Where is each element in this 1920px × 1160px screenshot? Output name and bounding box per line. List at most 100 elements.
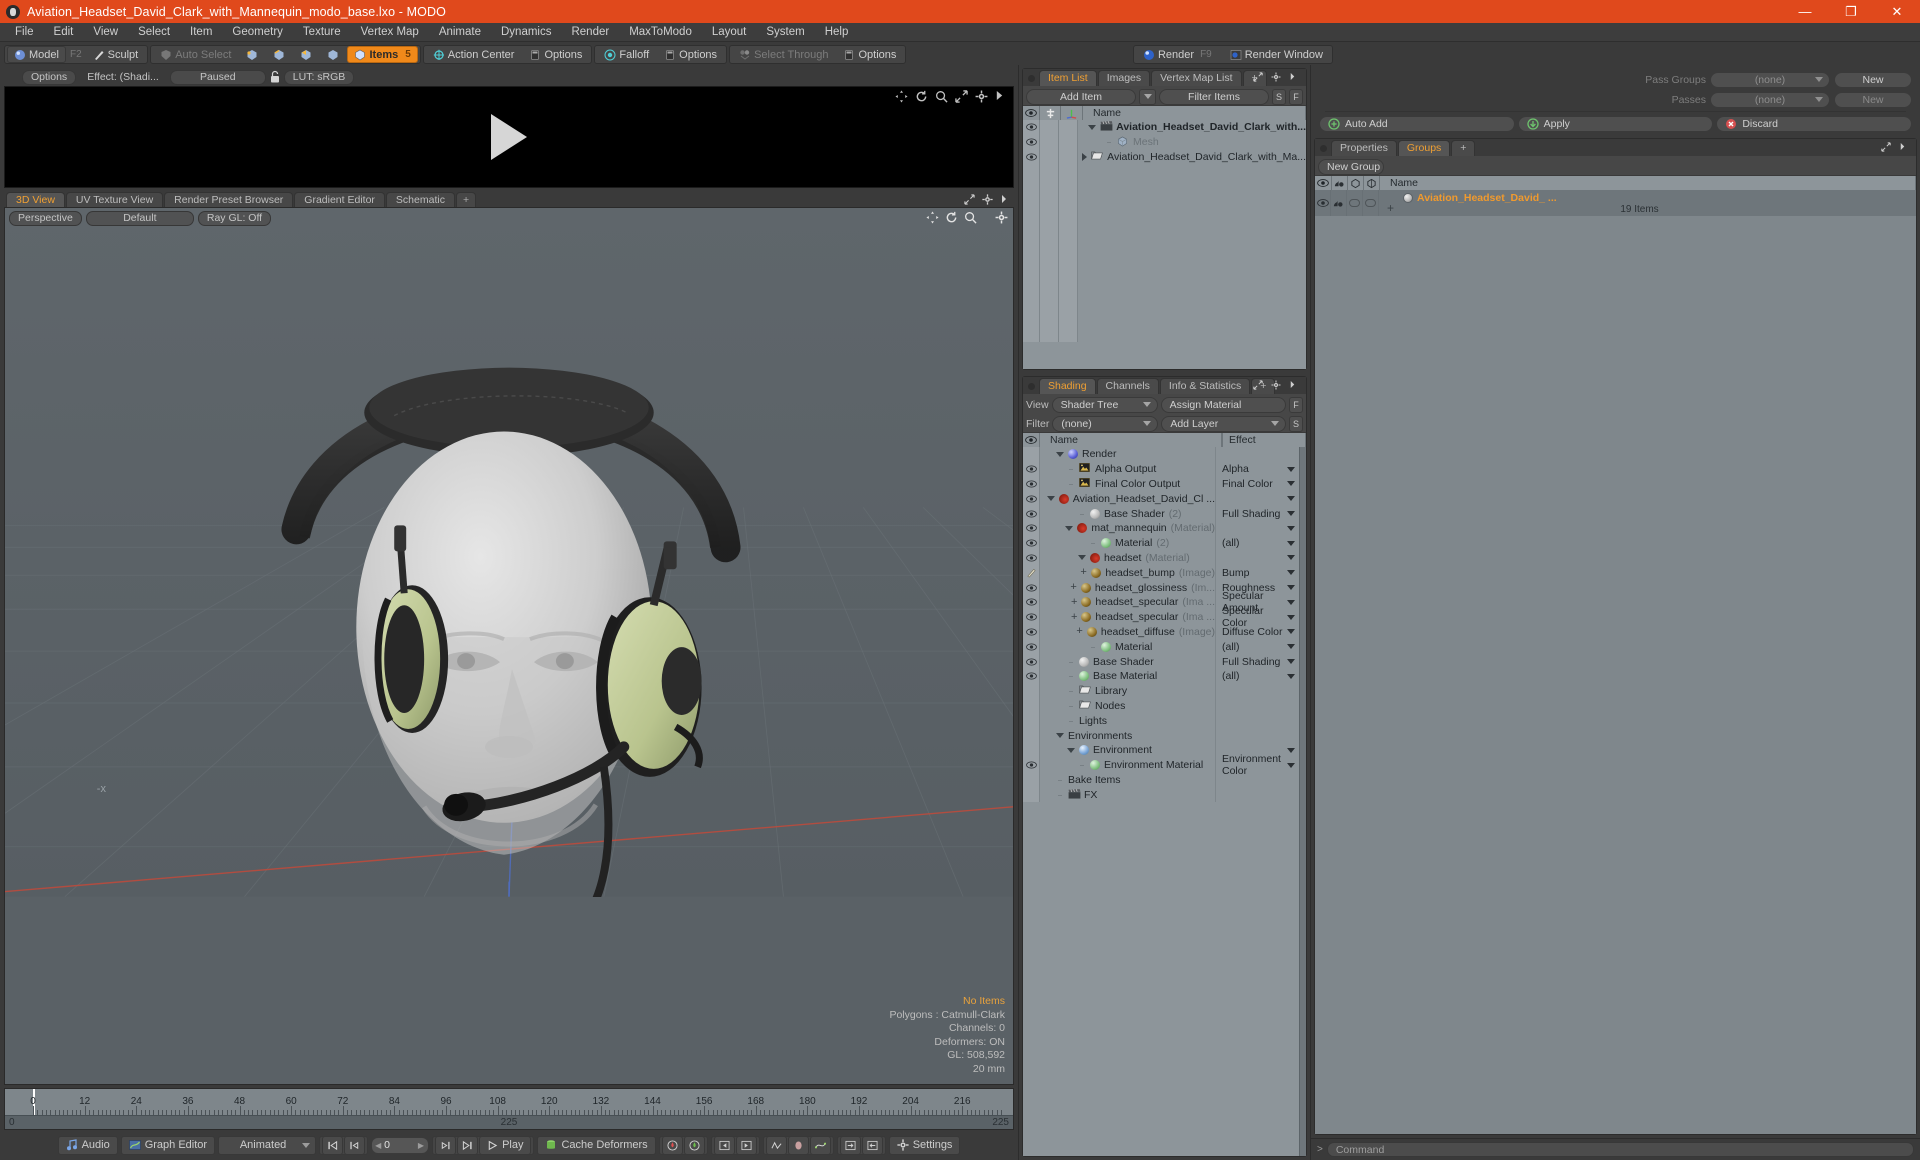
maximize-button[interactable]: ❐ [1828,0,1874,23]
add-item-button[interactable]: Add Item [1026,88,1136,105]
previous-frame-button[interactable] [344,1135,366,1155]
curve-bezier-button[interactable] [809,1135,831,1155]
command-input[interactable]: Command [1326,1142,1914,1157]
group-expand-plus-icon[interactable]: + [1387,201,1394,215]
shader-tree-dropdown[interactable]: Shader Tree [1051,396,1158,413]
polygon-select-button[interactable] [293,46,319,63]
material-select-button[interactable] [320,46,346,63]
menu-item[interactable]: Item [180,23,222,42]
shader-tree-row[interactable]: ·· Base Shader (2) Full Shading [1023,506,1299,521]
shader-effect-dropdown[interactable] [1215,698,1299,714]
row-visibility-toggle[interactable] [1023,134,1040,150]
menu-texture[interactable]: Texture [293,23,351,42]
shader-tree-row[interactable]: Aviation_Headset_David_Cl ... [1023,491,1299,507]
timeline-range-bar[interactable]: 0 225 225 [5,1115,1013,1129]
shader-row-visibility-toggle[interactable] [1023,535,1040,551]
shader-row-visibility-toggle[interactable] [1023,550,1040,566]
shader-effect-dropdown[interactable] [1215,447,1299,462]
shader-row-visibility-toggle[interactable] [1023,683,1040,699]
menu-layout[interactable]: Layout [702,23,757,42]
shader-tree-row[interactable]: + headset_bump (Image) Bump [1023,565,1299,581]
item-list-rows[interactable]: Aviation_Headset_David_Clark_with... ·· Me… [1023,120,1306,369]
maximize-viewport-icon[interactable] [964,194,976,206]
assign-material-button[interactable]: Assign Material [1160,396,1286,413]
group-render-toggle[interactable] [1331,190,1347,216]
tab-3d-view[interactable]: 3D View [6,192,65,207]
menu-dynamics[interactable]: Dynamics [491,23,561,42]
shader-tree-scrollbar[interactable] [1299,447,1306,1156]
go-to-end-button[interactable] [457,1135,479,1155]
timeline-ruler[interactable]: 0 12 24 36 48 60 72 84 96 108 120 132 144 156 168 180 19… [5,1089,1013,1115]
render-window-button[interactable]: Render Window [1223,46,1330,63]
items-select-button[interactable]: Items 5 [347,46,418,63]
shader-row-visibility-toggle[interactable] [1023,728,1040,743]
expand-plus-icon[interactable]: + [1080,567,1087,578]
shader-row-visibility-toggle[interactable] [1023,654,1040,669]
row-axis-cell[interactable] [1059,149,1078,165]
row-lock-cell[interactable] [1040,120,1059,135]
shader-effect-dropdown[interactable]: Alpha [1215,461,1299,477]
next-key-button[interactable] [735,1135,757,1155]
tab-gradient-editor[interactable]: Gradient Editor [294,192,385,207]
shader-row-visibility-toggle[interactable] [1023,772,1040,788]
shading-maximize-icon[interactable] [1253,380,1265,392]
shader-tree-row[interactable]: ·· Bake Items [1023,772,1299,788]
rotate-icon[interactable] [915,90,928,103]
group-shade-toggle[interactable] [1347,190,1363,216]
shader-effect-dropdown[interactable]: Final Color [1215,476,1299,492]
tab-render-preset-browser[interactable]: Render Preset Browser [164,192,294,207]
item-list-row[interactable]: ·· Mesh [1023,134,1306,150]
audio-button[interactable]: Audio [57,1135,118,1155]
select-through-button[interactable]: Select Through [732,46,835,63]
model-mode-button[interactable]: Model [7,46,66,63]
expand-arrow-icon[interactable] [995,90,1008,103]
fit-icon[interactable] [955,90,968,103]
add-item-dropdown-arrow[interactable] [1139,88,1156,105]
viewport-pan-icon[interactable] [926,211,939,224]
shading-filter-dropdown[interactable]: (none) [1052,415,1159,432]
shader-tree-row[interactable]: mat_mannequin (Material) [1023,520,1299,536]
shading-panel-menu-dot-icon[interactable] [1028,383,1035,390]
loop-before-button[interactable] [839,1135,861,1155]
lock-icon[interactable] [269,70,281,84]
tab-item-list[interactable]: Item List [1039,70,1097,86]
shader-tree-row[interactable]: Render [1023,447,1299,462]
shader-effect-dropdown[interactable] [1215,713,1299,729]
shader-row-visibility-toggle[interactable] [1023,461,1040,477]
render-button[interactable]: Render F9 [1136,46,1222,63]
shader-tree-row[interactable]: ·· Environment Material Environment Color [1023,753,1299,777]
go-to-start-button[interactable] [322,1135,344,1155]
row-lock-cell[interactable] [1040,149,1059,165]
menu-file[interactable]: File [5,23,44,42]
preview-options-button[interactable]: Options [22,69,77,85]
filter-s-button[interactable]: S [1272,88,1286,105]
tab-info-statistics[interactable]: Info & Statistics [1159,378,1251,394]
previous-key-button[interactable] [713,1135,735,1155]
menu-help[interactable]: Help [815,23,859,42]
viewport-menu-arrow-icon[interactable] [1000,194,1012,206]
row-lock-cell[interactable] [1040,134,1059,150]
curve-linear-button[interactable] [765,1135,787,1155]
shader-effect-dropdown[interactable] [1215,520,1299,536]
shader-tree-rows[interactable]: Render ·· Alpha Output Alpha ·· Final Color O… [1023,447,1299,1156]
shader-tree-row[interactable]: ·· Nodes [1023,698,1299,714]
shader-row-visibility-toggle[interactable] [1023,491,1040,507]
groups-panel-menu-dot-icon[interactable] [1320,145,1327,152]
tab-properties[interactable]: Properties [1331,140,1397,156]
gear-icon[interactable] [975,90,988,103]
menu-maxtomodo[interactable]: MaxToModo [619,23,702,42]
action-center-button[interactable]: Action Center [426,46,522,63]
item-list-row[interactable]: Aviation_Headset_David_Clark_with_Ma... [1023,149,1306,165]
curve-ease-button[interactable] [787,1135,809,1155]
panel-menu-dot-icon[interactable] [1028,75,1035,82]
tab-add[interactable]: + [455,192,477,207]
viewport-gear-icon[interactable] [995,211,1008,224]
twirl-down-icon[interactable] [1088,123,1097,132]
viewport-shading-dropdown[interactable]: Default [85,210,194,226]
discard-button[interactable]: Discard [1716,116,1913,132]
shader-row-visibility-toggle[interactable] [1023,609,1040,625]
twirl-down-icon[interactable] [1055,450,1064,459]
falloff-button[interactable]: Falloff [597,46,656,63]
animation-mode-dropdown[interactable]: Animated [218,1135,317,1155]
play-button[interactable]: Play [479,1135,532,1155]
